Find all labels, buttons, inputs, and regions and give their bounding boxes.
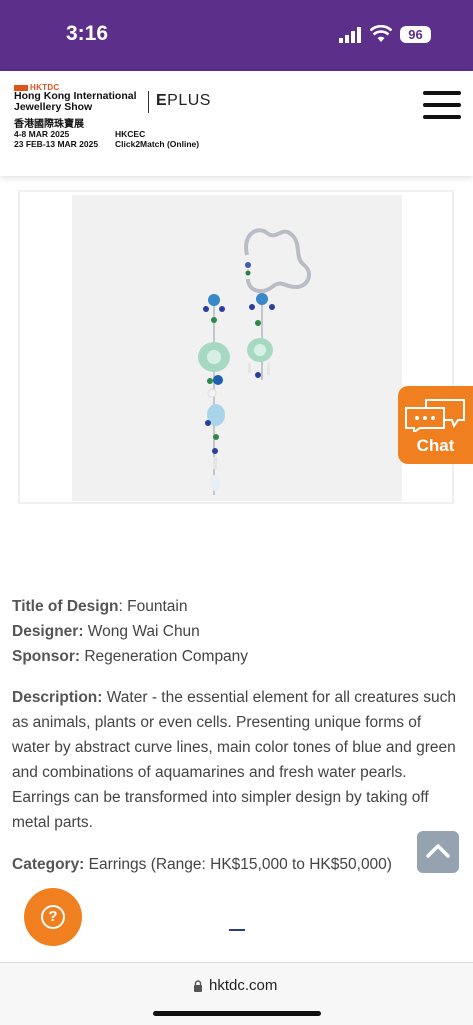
wifi-icon	[370, 25, 392, 42]
eplus-logo[interactable]: EPLUS	[156, 92, 211, 110]
show-dates: 4-8 MAR 2025 23 FEB-13 MAR 2025	[14, 129, 98, 149]
battery-indicator: 96	[400, 26, 431, 43]
chat-bubbles-icon	[405, 399, 465, 432]
description-label: Description:	[12, 689, 103, 706]
description-row: Description: Water - the essential eleme…	[12, 685, 462, 835]
design-info: Title of Design: Fountain Designer: Wong…	[12, 594, 462, 877]
help-button[interactable]: ?	[24, 888, 82, 946]
title-label: Title of Design	[12, 598, 119, 615]
product-image[interactable]	[72, 195, 402, 501]
category-value: Earrings (Range: HK$15,000 to HK$50,000)	[84, 856, 392, 873]
back-to-top-button[interactable]	[417, 831, 459, 873]
category-row: Category: Earrings (Range: HK$15,000 to …	[12, 852, 462, 877]
site-header: HKTDC Hong Kong International Jewellery …	[0, 71, 473, 176]
eplus-text: PLUS	[167, 92, 211, 109]
signal-icon	[339, 27, 361, 43]
show-venues: HKCEC Click2Match (Online)	[115, 129, 199, 149]
show-name-chinese: 香港國際珠寶展	[14, 119, 84, 130]
category-label: Category:	[12, 856, 85, 873]
menu-button[interactable]	[423, 91, 461, 119]
status-bar: 3:16 96	[0, 0, 473, 71]
title-value: : Fountain	[118, 598, 188, 615]
menu-icon-bar	[423, 103, 461, 107]
designer-value: Wong Wai Chun	[83, 623, 200, 640]
question-icon: ?	[41, 905, 65, 929]
chat-button[interactable]: Chat	[398, 386, 473, 464]
url-text: hktdc.com	[209, 977, 278, 994]
menu-icon-bar	[423, 91, 461, 95]
dates-line2: 23 FEB-13 MAR 2025	[14, 139, 99, 149]
home-indicator[interactable]	[153, 1011, 321, 1016]
menu-icon-bar	[423, 115, 461, 119]
designer-row: Designer: Wong Wai Chun	[12, 619, 462, 644]
show-name[interactable]: Hong Kong International Jewellery Show	[14, 91, 154, 113]
earrings-image	[198, 228, 312, 495]
product-image-frame	[18, 190, 454, 504]
browser-url-bar[interactable]: hktdc.com	[0, 962, 473, 1025]
description-value: Water - the essential element for all cr…	[12, 689, 456, 831]
chat-label: Chat	[416, 436, 455, 455]
sponsor-value: Regeneration Company	[80, 648, 249, 665]
venue-line2: Click2Match (Online)	[115, 139, 200, 149]
sponsor-row: Sponsor: Regeneration Company	[12, 644, 462, 669]
designer-label: Designer:	[12, 623, 84, 640]
venue-line1: HKCEC	[115, 129, 146, 139]
status-time: 3:16	[66, 22, 109, 45]
dates-line1: 4-8 MAR 2025	[14, 129, 70, 139]
header-divider	[148, 91, 149, 113]
title-row: Title of Design: Fountain	[12, 594, 462, 619]
loading-indicator	[229, 929, 245, 931]
lock-icon	[194, 980, 202, 992]
sponsor-label: Sponsor:	[12, 648, 81, 665]
chevron-up-icon	[426, 844, 450, 858]
